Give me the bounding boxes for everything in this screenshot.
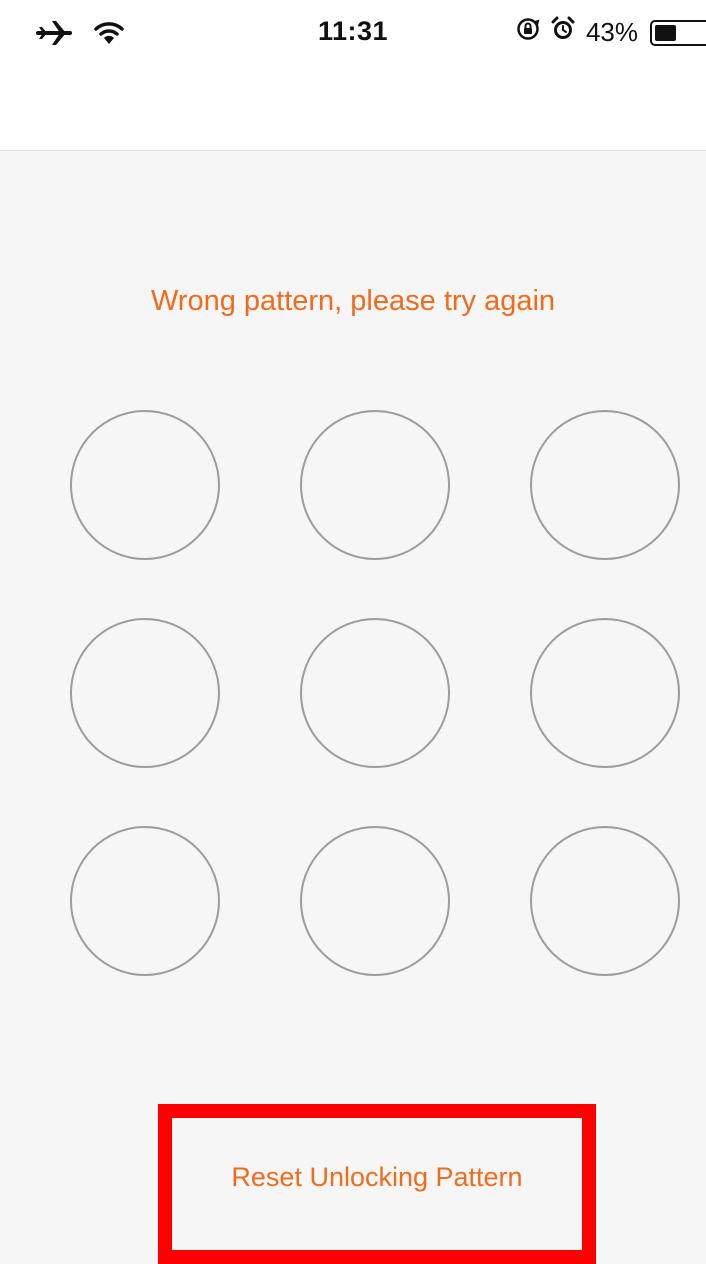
pattern-dot-9[interactable] [530, 826, 680, 976]
pattern-dot-4[interactable] [70, 618, 220, 768]
pattern-dot-1[interactable] [70, 410, 220, 560]
error-message: Wrong pattern, please try again [150, 285, 556, 317]
status-right-icons: 43% [516, 16, 706, 49]
pattern-dot-5[interactable] [300, 618, 450, 768]
pattern-dot-3[interactable] [530, 410, 680, 560]
reset-button-label: Reset Unlocking Pattern [231, 1162, 523, 1192]
pattern-grid[interactable] [70, 410, 682, 978]
pattern-dot-6[interactable] [530, 618, 680, 768]
battery-icon [650, 19, 706, 46]
pattern-dot-7[interactable] [70, 826, 220, 976]
status-bar: 11:31 43% [0, 0, 706, 64]
battery-level-fill [655, 24, 676, 41]
pattern-dot-2[interactable] [300, 410, 450, 560]
alarm-icon [550, 16, 576, 49]
pattern-dot-8[interactable] [300, 826, 450, 976]
battery-percent: 43% [585, 17, 638, 47]
reset-unlocking-pattern-button[interactable]: Reset Unlocking Pattern [172, 1118, 582, 1238]
rotation-lock-icon [516, 17, 540, 48]
navigation-bar [0, 64, 706, 151]
